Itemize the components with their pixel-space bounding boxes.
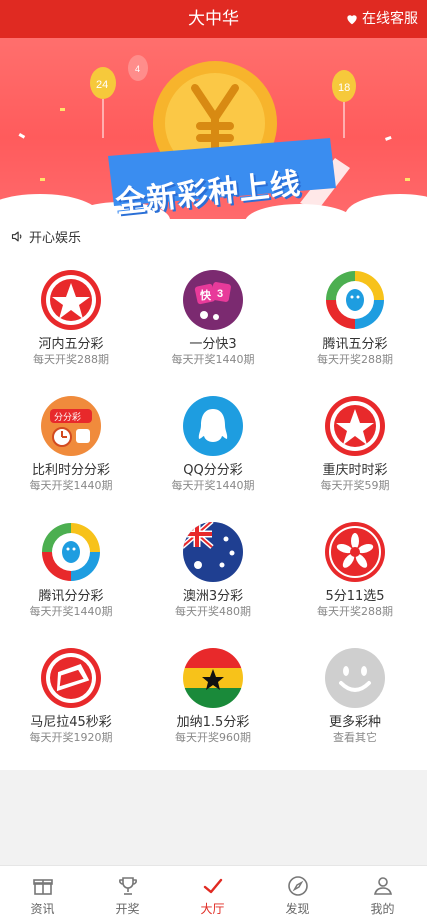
game-schedule: 每天开奖288期 [317,353,393,366]
game-name: 澳洲3分彩 [182,589,244,604]
svg-text:18: 18 [338,82,350,94]
tencent-penguin-icon [41,522,101,582]
gift-icon [32,879,53,895]
game-name: 马尼拉45秒彩 [30,715,112,730]
game-schedule: 每天开奖1440期 [171,353,255,366]
tab-lobby[interactable]: 大厅 [170,866,255,922]
chongqing-star-icon [325,396,385,456]
game-name: 腾讯分分彩 [38,589,104,604]
top-header: 大中华 在线客服 [0,0,427,38]
tab-label: 资讯 [30,902,55,916]
tencent-penguin-icon [325,270,385,330]
game-item[interactable]: 5分11选5 每天开奖288期 [284,521,426,619]
game-item[interactable]: 快3 一分快3 每天开奖1440期 [142,269,284,367]
game-schedule: 每天开奖1920期 [29,731,113,744]
heart-icon [347,15,357,25]
svg-text:3: 3 [217,288,223,300]
game-schedule: 每天开奖288期 [317,605,393,618]
section-title: 开心娱乐 [10,227,81,246]
hanoi-star-icon [41,270,101,330]
online-service-label: 在线客服 [362,11,418,27]
tab-discover[interactable]: 发现 [255,866,340,922]
game-name: 比利时分分彩 [31,463,110,478]
tab-label: 开奖 [115,902,140,916]
games-section: 开心娱乐 河内五分彩 每天开奖288期 快3 一分快3 每天开奖1440期 腾讯… [0,219,427,770]
game-item[interactable]: 更多彩种 查看其它 [284,647,426,745]
game-name: 腾讯五分彩 [322,337,388,352]
manila-badge-icon [41,648,101,708]
game-name: 重庆时时彩 [322,463,388,478]
tab-label: 我的 [370,902,395,916]
smiley-icon [325,648,385,708]
dice-k3-icon: 快3 [183,270,243,330]
game-item[interactable]: 重庆时时彩 每天开奖59期 [284,395,426,493]
checkmark-icon [203,878,222,894]
compass-icon [287,876,308,896]
pinwheel-11x5-icon [325,522,385,582]
game-name: 更多彩种 [328,715,381,730]
game-name: 加纳1.5分彩 [176,715,250,730]
game-schedule: 每天开奖288期 [33,353,109,366]
tab-label: 大厅 [200,902,225,916]
game-item[interactable]: 分分彩 比利时分分彩 每天开奖1440期 [0,395,142,493]
tab-news[interactable]: 资讯 [0,866,85,922]
svg-text:24: 24 [96,79,108,91]
game-schedule: 每天开奖1440期 [29,479,113,492]
ghana-flag-icon [183,648,243,708]
game-schedule: 每天开奖59期 [320,479,390,492]
game-item[interactable]: 加纳1.5分彩 每天开奖960期 [142,647,284,745]
game-item[interactable]: QQ分分彩 每天开奖1440期 [142,395,284,493]
tab-label: 发现 [285,902,310,916]
tab-draw[interactable]: 开奖 [85,866,170,922]
game-schedule: 每天开奖480期 [175,605,251,618]
online-service-button[interactable]: 在线客服 [345,0,418,38]
user-icon [373,877,392,895]
game-item[interactable]: 腾讯分分彩 每天开奖1440期 [0,521,142,619]
game-item[interactable]: 河内五分彩 每天开奖288期 [0,269,142,367]
qq-penguin-icon [183,396,243,456]
game-name: QQ分分彩 [183,463,243,478]
game-schedule: 查看其它 [333,731,377,744]
svg-text:4: 4 [135,64,140,74]
game-name: 河内五分彩 [38,337,104,352]
game-schedule: 每天开奖960期 [175,731,251,744]
game-name: 5分11选5 [325,589,385,604]
trophy-icon [118,877,137,895]
belgium-clock-icon: 分分彩 [41,396,101,456]
game-item[interactable]: 腾讯五分彩 每天开奖288期 [284,269,426,367]
game-schedule: 每天开奖1440期 [29,605,113,618]
game-schedule: 每天开奖1440期 [171,479,255,492]
game-item[interactable]: 马尼拉45秒彩 每天开奖1920期 [0,647,142,745]
game-item[interactable]: 澳洲3分彩 每天开奖480期 [142,521,284,619]
promo-banner[interactable]: 24 4 18 全新彩种上线 [0,38,427,219]
svg-text:快: 快 [199,288,212,302]
svg-text:分分彩: 分分彩 [54,412,81,422]
game-name: 一分快3 [189,337,237,352]
bottom-tab-bar: 资讯 开奖 大厅 发现 我的 [0,865,427,922]
section-title-label: 开心娱乐 [29,231,82,246]
australia-flag-icon [183,522,243,582]
speaker-icon [11,231,22,242]
tab-profile[interactable]: 我的 [340,866,425,922]
